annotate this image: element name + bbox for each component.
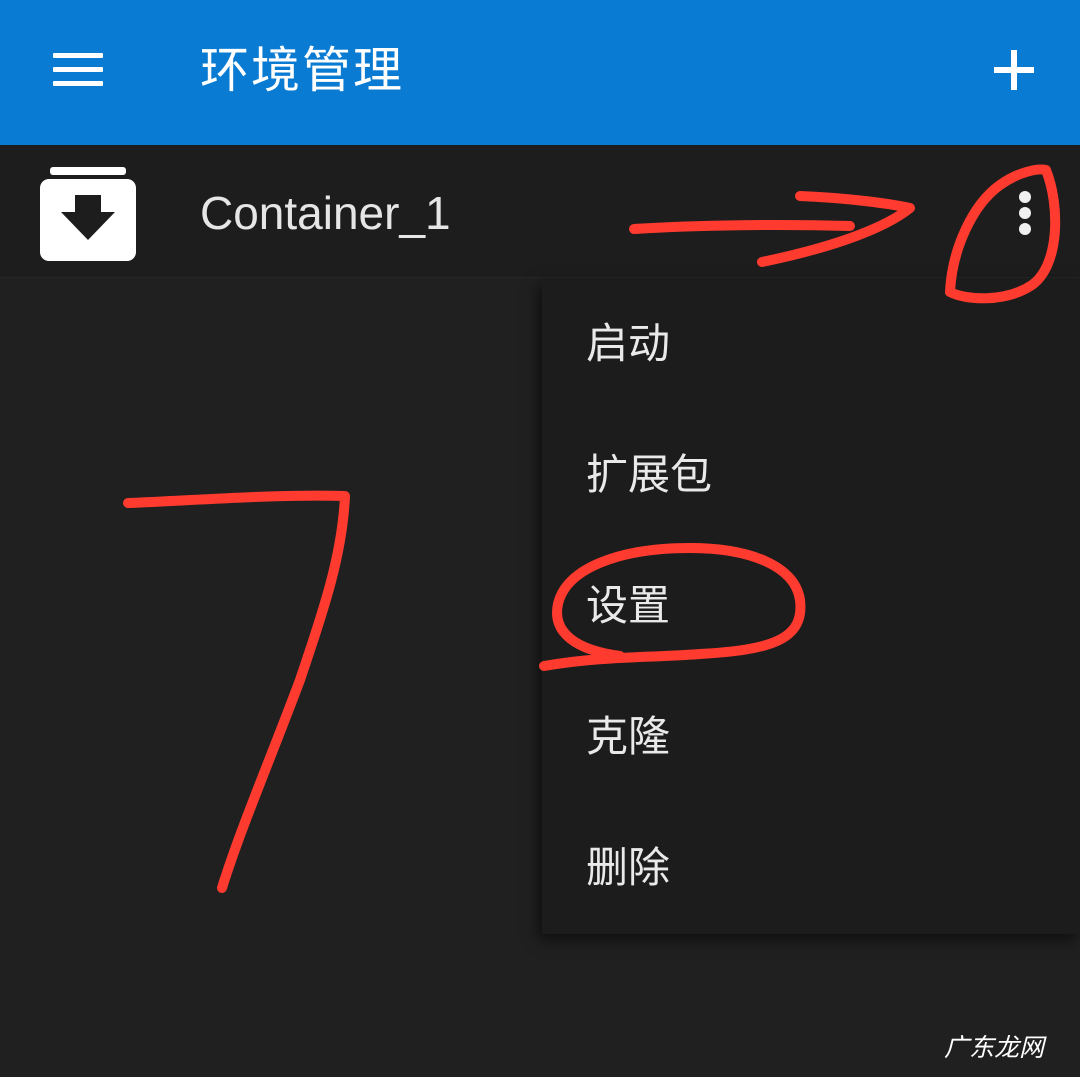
menu-item-delete[interactable]: 删除: [542, 802, 1080, 934]
menu-item-label: 设置: [586, 581, 671, 630]
menu-item-label: 启动: [586, 319, 671, 368]
menu-item-extensions[interactable]: 扩展包: [542, 409, 1080, 541]
watermark: 广东龙网: [944, 1033, 1045, 1062]
context-menu: 启动 扩展包 设置 克隆 删除: [542, 278, 1080, 934]
menu-item-label: 克隆: [586, 712, 671, 761]
hamburger-menu-icon[interactable]: [40, 32, 116, 108]
menu-item-start[interactable]: 启动: [542, 278, 1080, 410]
menu-item-settings[interactable]: 设置: [542, 540, 1080, 672]
page-title: 环境管理: [200, 42, 405, 99]
menu-item-clone[interactable]: 克隆: [542, 671, 1080, 803]
annotation-number-seven: [123, 490, 350, 893]
menu-item-label: 删除: [586, 843, 671, 892]
archive-download-icon: [40, 167, 136, 261]
more-vertical-icon[interactable]: [1000, 181, 1050, 245]
plus-icon[interactable]: [980, 36, 1048, 104]
app-screen: 环境管理 Container_1 启动 扩展包 设置 克隆 删除 广东龙网: [0, 0, 1080, 1077]
app-bar: 环境管理: [0, 0, 1080, 145]
container-name: Container_1: [200, 187, 451, 239]
menu-item-label: 扩展包: [586, 450, 713, 499]
container-list-item[interactable]: Container_1: [0, 145, 1080, 278]
